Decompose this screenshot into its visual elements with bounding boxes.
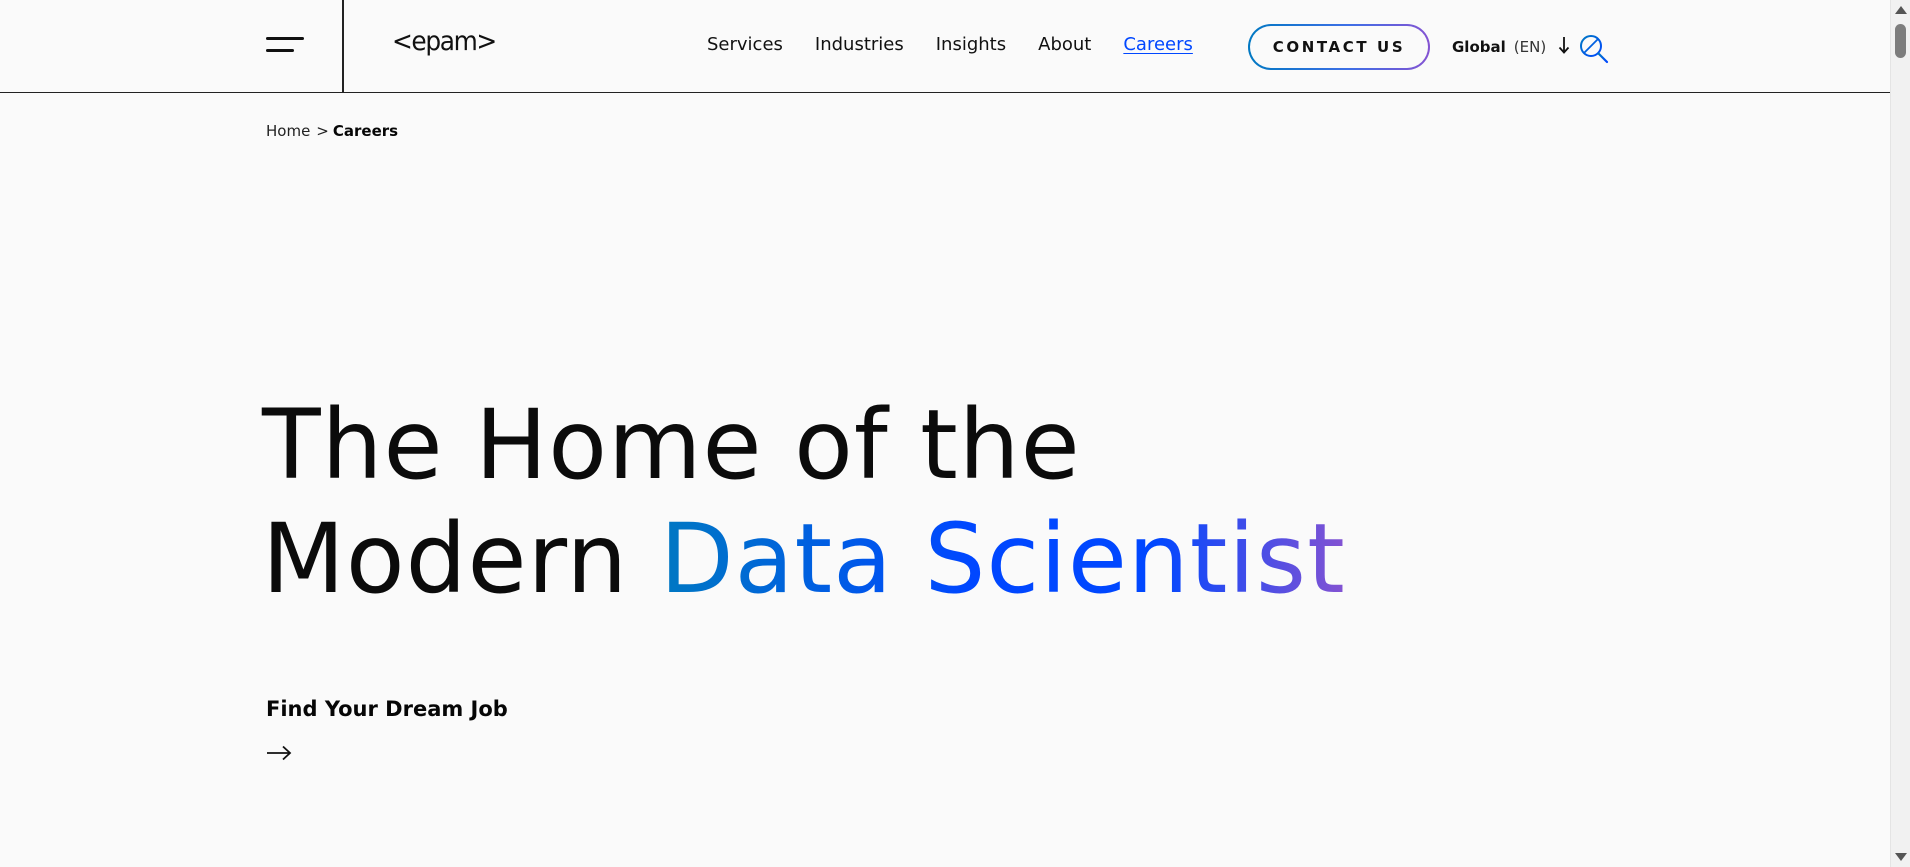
breadcrumb-separator: > bbox=[316, 122, 329, 140]
language-selector[interactable]: Global (EN) bbox=[1452, 36, 1570, 58]
arrow-down-icon bbox=[1558, 36, 1570, 58]
vertical-scrollbar[interactable] bbox=[1890, 0, 1910, 867]
menu-bar-bottom bbox=[266, 49, 294, 52]
breadcrumb-home[interactable]: Home bbox=[266, 122, 310, 140]
nav-item-about[interactable]: About bbox=[1038, 34, 1091, 55]
find-dream-job-link[interactable]: Find Your Dream Job bbox=[266, 697, 508, 721]
scroll-up-arrow-icon[interactable] bbox=[1895, 6, 1907, 14]
breadcrumb: Home > Careers bbox=[266, 122, 398, 140]
page: <epam> Services Industries Insights Abou… bbox=[0, 0, 1910, 867]
contact-us-label: CONTACT US bbox=[1250, 26, 1428, 68]
contact-us-button[interactable]: CONTACT US bbox=[1248, 24, 1430, 70]
hero-title: The Home of the Modern Data Scientist bbox=[262, 388, 1346, 616]
arrow-right-icon[interactable] bbox=[266, 741, 292, 765]
search-icon[interactable] bbox=[1578, 33, 1610, 65]
nav-item-services[interactable]: Services bbox=[707, 34, 783, 55]
hero-line-1: The Home of the bbox=[262, 389, 1081, 501]
language-code: (EN) bbox=[1513, 38, 1547, 56]
region-label: Global bbox=[1452, 38, 1506, 56]
menu-bar-top bbox=[266, 37, 304, 40]
nav-item-careers[interactable]: Careers bbox=[1123, 34, 1193, 55]
header-divider bbox=[342, 0, 344, 93]
hero-line-2-plain: Modern bbox=[262, 503, 660, 615]
breadcrumb-current: Careers bbox=[332, 122, 399, 140]
nav-item-industries[interactable]: Industries bbox=[815, 34, 904, 55]
epam-logo[interactable]: <epam> bbox=[392, 26, 497, 57]
site-header: <epam> Services Industries Insights Abou… bbox=[0, 0, 1890, 93]
scrollbar-thumb[interactable] bbox=[1895, 24, 1906, 58]
scroll-down-arrow-icon[interactable] bbox=[1895, 853, 1907, 861]
hero-highlight: Data Scientist bbox=[659, 503, 1346, 615]
hamburger-menu-icon[interactable] bbox=[262, 32, 304, 60]
main-nav: Services Industries Insights About Caree… bbox=[707, 34, 1193, 55]
nav-item-insights[interactable]: Insights bbox=[936, 34, 1006, 55]
